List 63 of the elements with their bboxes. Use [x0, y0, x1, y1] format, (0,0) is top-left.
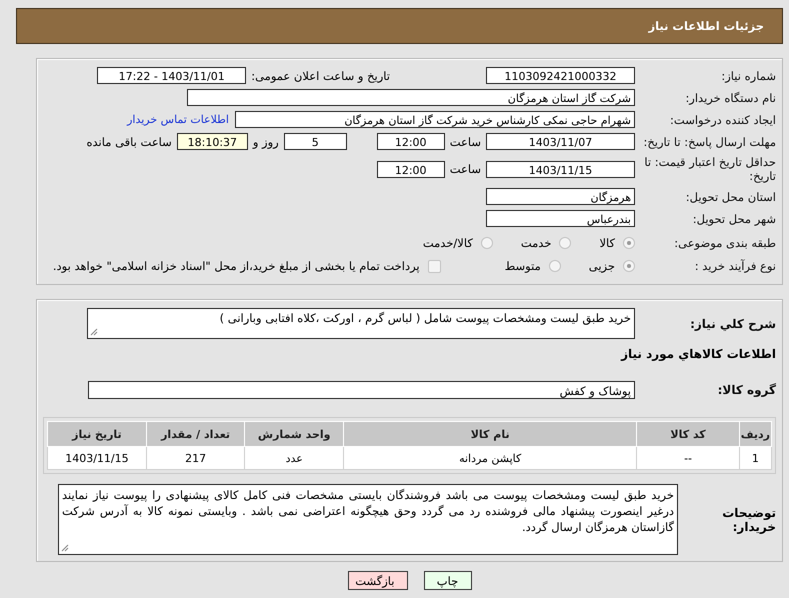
- text-field[interactable]: 1403/11/07: [486, 133, 635, 150]
- radio-button[interactable]: [623, 260, 635, 272]
- text-field[interactable]: بندرعباس: [486, 210, 635, 227]
- text-field[interactable]: 1103092421000332: [486, 67, 635, 84]
- option-label: پرداخت تمام یا بخشی از مبلغ خرید،از محل "اسناد خزانه اسلامی" خواهد بود.: [52, 259, 420, 273]
- text-field[interactable]: هرمزگان: [486, 188, 635, 205]
- field-label: تاریخ و ساعت اعلان عمومی:: [251, 68, 390, 82]
- option-label: خدمت: [520, 236, 552, 250]
- text-field[interactable]: 12:00: [376, 160, 445, 178]
- option-label: کالا: [599, 236, 615, 250]
- section-title: اطلاعات کالاهاي مورد نياز: [620, 347, 776, 361]
- field-label: شهر محل تحویل:: [692, 212, 776, 226]
- option-label: جزیی: [588, 259, 615, 273]
- radio-button[interactable]: [623, 237, 635, 249]
- text-field[interactable]: 1403/11/15: [486, 160, 635, 178]
- text-field[interactable]: 12:00: [376, 133, 445, 150]
- countdown-field[interactable]: 18:10:37: [176, 133, 248, 150]
- field-label: شماره نیاز:: [720, 68, 776, 82]
- text-field[interactable]: شرکت گاز استان هرمزگان: [187, 89, 635, 106]
- field-label: توضیحات خریدار:: [721, 506, 776, 534]
- column-header: کد کالا: [636, 422, 740, 446]
- radio-button[interactable]: [548, 260, 561, 272]
- radio-button[interactable]: [480, 237, 493, 249]
- table-cell: کاپشن مردانه: [344, 446, 637, 470]
- column-header: واحد شمارش: [244, 422, 344, 446]
- page-title: جزئیات اطلاعات نیاز: [648, 19, 764, 33]
- resize-grip-icon[interactable]: [61, 544, 69, 552]
- radio-button[interactable]: [559, 237, 572, 249]
- option-label: متوسط: [504, 259, 541, 273]
- text-field[interactable]: 1403/11/01 - 17:22: [97, 67, 246, 84]
- print-button[interactable]: چاپ: [424, 571, 472, 590]
- field-label: طبقه بندی موضوعی:: [673, 236, 776, 250]
- column-header: تاریخ نیاز: [48, 422, 146, 446]
- notes-field[interactable]: خرید طبق لیست ومشخصات پیوست می باشد فروشندگان بایستی مشخصات فنی کامل کالای پیشنهادی را پیوست نیاز نمایند درغیر اینصورت پیشنهاد مالی فروشنده رد می گردد وحق هیچگونه اعتراضی نمی باشد . وبایستی نمونه کالا به آدرس شرکت گازاستان هرمزگان ارسال گردد.: [58, 484, 678, 555]
- back-button[interactable]: بازگشت: [348, 571, 408, 590]
- table-cell: عدد: [244, 446, 344, 470]
- text-field[interactable]: پوشاک و کفش: [88, 381, 635, 399]
- column-header: ردیف: [739, 422, 772, 446]
- table-cell: --: [636, 446, 740, 470]
- checkbox[interactable]: [428, 260, 441, 272]
- table-cell: 217: [146, 446, 245, 470]
- field-label: استان محل تحویل:: [684, 190, 776, 204]
- field-label: نام دستگاه خریدار:: [684, 90, 776, 104]
- field-label: شرح کلي نياز:: [689, 316, 776, 330]
- field-label: ساعت: [450, 134, 481, 148]
- description-field[interactable]: خرید طبق لیست ومشخصات پیوست شامل ( لباس گرم ، اورکت ،کلاه افتابی وبارانی ): [87, 308, 635, 339]
- field-label: ساعت: [450, 162, 481, 176]
- field-label: حداقل تاریخ اعتبار قیمت: تا تاریخ:: [643, 155, 776, 183]
- field-label: ساعت باقی مانده: [86, 134, 172, 148]
- table-cell: 1: [739, 446, 772, 470]
- field-label: ایجاد کننده درخواست:: [669, 112, 776, 126]
- column-header: تعداد / مقدار: [146, 422, 245, 446]
- table-cell: 1403/11/15: [48, 446, 146, 470]
- contact-link[interactable]: اطلاعات تماس خریدار: [127, 113, 229, 126]
- text-field[interactable]: 5: [284, 133, 347, 150]
- field-label: گروه کالا:: [716, 383, 776, 397]
- field-label: مهلت ارسال پاسخ: تا تاریخ:: [642, 134, 776, 148]
- text-field[interactable]: شهرام حاجی نمکی کارشناس خرید شرکت گاز استان هرمزگان: [235, 111, 635, 128]
- option-label: کالا/خدمت: [422, 236, 473, 250]
- field-label: نوع فرآیند خرید :: [694, 259, 776, 273]
- field-label: روز و: [252, 134, 279, 148]
- column-header: نام کالا: [344, 422, 637, 446]
- resize-grip-icon[interactable]: [90, 328, 98, 336]
